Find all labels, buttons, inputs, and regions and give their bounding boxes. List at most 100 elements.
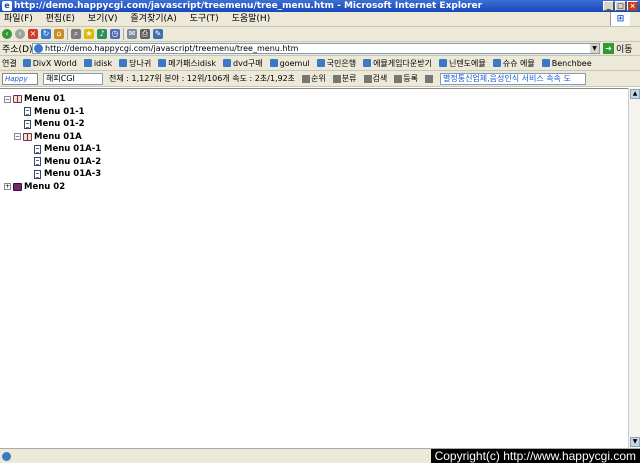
menu-help[interactable]: 도움말(H) bbox=[232, 14, 271, 24]
menu-view[interactable]: 보기(V) bbox=[88, 14, 118, 24]
copyright-overlay: Copyright(c) http://www.happycgi.com bbox=[430, 449, 640, 463]
close-icon[interactable]: × bbox=[627, 1, 638, 11]
refresh-icon[interactable]: ↻ bbox=[41, 29, 51, 39]
link-kookmin-bank[interactable]: 국민은행 bbox=[316, 58, 356, 69]
document-icon bbox=[24, 107, 31, 117]
category-button[interactable]: 분류 bbox=[332, 73, 357, 84]
maximize-icon[interactable]: □ bbox=[615, 1, 626, 11]
happycgi-toolbar: Happy 해피CGI 전체 : 1,127위 분야 : 12위/106개 속도… bbox=[0, 71, 640, 87]
minimize-icon[interactable]: _ bbox=[603, 1, 614, 11]
tree-node-menu-02[interactable]: + Menu 02 bbox=[4, 181, 101, 194]
search-icon[interactable]: ⌕ bbox=[71, 29, 81, 39]
tree-label[interactable]: Menu 01A-3 bbox=[44, 168, 101, 180]
tree-label[interactable]: Menu 01A-1 bbox=[44, 143, 101, 155]
menu-edit[interactable]: 편집(E) bbox=[46, 14, 75, 24]
page-status-icon bbox=[2, 452, 11, 461]
tree-node-menu-01a-1[interactable]: Menu 01A-1 bbox=[4, 143, 101, 156]
status-bar: Copyright(c) http://www.happycgi.com bbox=[0, 448, 640, 463]
closed-book-icon bbox=[13, 182, 22, 191]
go-button[interactable]: ➜ 이동 bbox=[603, 42, 633, 55]
document-icon bbox=[34, 157, 41, 167]
go-label: 이동 bbox=[616, 45, 633, 55]
mail-icon bbox=[424, 74, 433, 83]
link-emul-game[interactable]: 에뮬게임다운받기 bbox=[363, 58, 432, 69]
document-icon bbox=[34, 144, 41, 154]
search-button[interactable]: 검색 bbox=[363, 73, 387, 84]
link-donkey[interactable]: 당나귀 bbox=[119, 58, 151, 69]
link-goemul[interactable]: goemul bbox=[269, 59, 310, 68]
link-icon bbox=[541, 59, 550, 67]
page-content: − Menu 01 Menu 01-1 Menu 01-2 − Menu 01A… bbox=[0, 88, 628, 448]
search-icon bbox=[363, 74, 372, 83]
chevron-down-icon[interactable]: ▼ bbox=[590, 44, 599, 53]
menu-favorites[interactable]: 즐겨찾기(A) bbox=[130, 14, 176, 24]
tree-node-menu-01a-3[interactable]: Menu 01A-3 bbox=[4, 168, 101, 181]
window-controls: _ □ × bbox=[603, 1, 638, 11]
vertical-scrollbar[interactable]: ▲ ▼ bbox=[628, 88, 640, 448]
link-icon bbox=[269, 59, 278, 67]
tree-label[interactable]: Menu 01 bbox=[24, 93, 65, 105]
favorites-icon[interactable]: ★ bbox=[84, 29, 94, 39]
tree-node-menu-01-2[interactable]: Menu 01-2 bbox=[4, 118, 101, 131]
link-icon bbox=[22, 59, 31, 67]
link-megapass-idisk[interactable]: 메가패스idisk bbox=[158, 58, 216, 69]
link-icon bbox=[316, 59, 325, 67]
ad-ticker[interactable]: 별정통신업체,음성인식 서비스 속속 도 bbox=[439, 72, 586, 85]
print-icon[interactable]: ⎙ bbox=[140, 29, 150, 39]
link-icon bbox=[158, 59, 167, 67]
link-icon bbox=[438, 59, 447, 67]
links-bar: 연결 DivX World idisk 당나귀 메가패스idisk dvd구매 … bbox=[0, 56, 640, 71]
menu-tools[interactable]: 도구(T) bbox=[190, 14, 219, 24]
tree-label[interactable]: Menu 01A-2 bbox=[44, 156, 101, 168]
mail-button[interactable] bbox=[424, 74, 434, 83]
forward-icon[interactable]: › bbox=[15, 29, 25, 39]
register-button[interactable]: 등록 bbox=[394, 73, 418, 84]
title-bar: e http://demo.happycgi.com/javascript/tr… bbox=[0, 0, 640, 12]
tree-label[interactable]: Menu 02 bbox=[24, 181, 65, 193]
link-idisk[interactable]: idisk bbox=[83, 59, 112, 68]
tree-label[interactable]: Menu 01-1 bbox=[34, 106, 85, 118]
tree-menu: − Menu 01 Menu 01-1 Menu 01-2 − Menu 01A… bbox=[4, 93, 101, 193]
tree-node-menu-01a[interactable]: − Menu 01A bbox=[4, 131, 101, 144]
tree-label[interactable]: Menu 01A bbox=[34, 131, 82, 143]
expand-icon[interactable]: + bbox=[4, 183, 11, 191]
scroll-up-icon[interactable]: ▲ bbox=[630, 89, 640, 99]
register-icon bbox=[394, 74, 403, 83]
menu-bar: 파일(F) 편집(E) 보기(V) 즐겨찾기(A) 도구(T) 도움말(H) ⊞ bbox=[0, 12, 640, 27]
document-icon bbox=[24, 119, 31, 129]
edit-icon[interactable]: ✎ bbox=[153, 29, 163, 39]
toolbar-separator bbox=[123, 28, 124, 40]
menu-file[interactable]: 파일(F) bbox=[4, 14, 33, 24]
link-shushu-emul[interactable]: 슈슈 에뮬 bbox=[492, 58, 535, 69]
mail-icon[interactable]: ✉ bbox=[127, 29, 137, 39]
rank-button[interactable]: 순위 bbox=[302, 73, 326, 84]
page-icon bbox=[34, 44, 43, 53]
link-dvd[interactable]: dvd구매 bbox=[223, 58, 263, 69]
tree-node-menu-01a-2[interactable]: Menu 01A-2 bbox=[4, 156, 101, 169]
happy-search-input[interactable]: 해피CGI bbox=[43, 72, 103, 85]
address-input[interactable]: http://demo.happycgi.com/javascript/tree… bbox=[32, 43, 600, 54]
address-url[interactable]: http://demo.happycgi.com/javascript/tree… bbox=[45, 44, 298, 53]
links-label: 연결 bbox=[2, 58, 17, 68]
history-icon[interactable]: ◷ bbox=[110, 29, 120, 39]
link-benchbee[interactable]: Benchbee bbox=[541, 59, 592, 68]
address-label: 주소(D) bbox=[2, 45, 33, 55]
toolbar-separator bbox=[67, 28, 68, 40]
collapse-icon[interactable]: − bbox=[4, 95, 11, 103]
collapse-icon[interactable]: − bbox=[14, 133, 21, 141]
standard-toolbar: ‹ › × ↻ ⌂ ⌕ ★ ♪ ◷ ✉ ⎙ ✎ bbox=[0, 27, 640, 42]
go-arrow-icon: ➜ bbox=[603, 43, 614, 54]
link-divx-world[interactable]: DivX World bbox=[22, 59, 77, 68]
tree-node-menu-01[interactable]: − Menu 01 bbox=[4, 93, 101, 106]
tree-node-menu-01-1[interactable]: Menu 01-1 bbox=[4, 106, 101, 119]
windows-logo-icon: ⊞ bbox=[610, 12, 630, 26]
home-icon[interactable]: ⌂ bbox=[54, 29, 64, 39]
media-icon[interactable]: ♪ bbox=[97, 29, 107, 39]
tree-label[interactable]: Menu 01-2 bbox=[34, 118, 85, 130]
stop-icon[interactable]: × bbox=[28, 29, 38, 39]
open-book-icon bbox=[23, 132, 32, 141]
scroll-down-icon[interactable]: ▼ bbox=[630, 437, 640, 447]
happy-logo[interactable]: Happy bbox=[2, 72, 38, 85]
link-nintendo-emul[interactable]: 닌텐도에뮬 bbox=[438, 58, 486, 69]
back-icon[interactable]: ‹ bbox=[2, 29, 12, 39]
